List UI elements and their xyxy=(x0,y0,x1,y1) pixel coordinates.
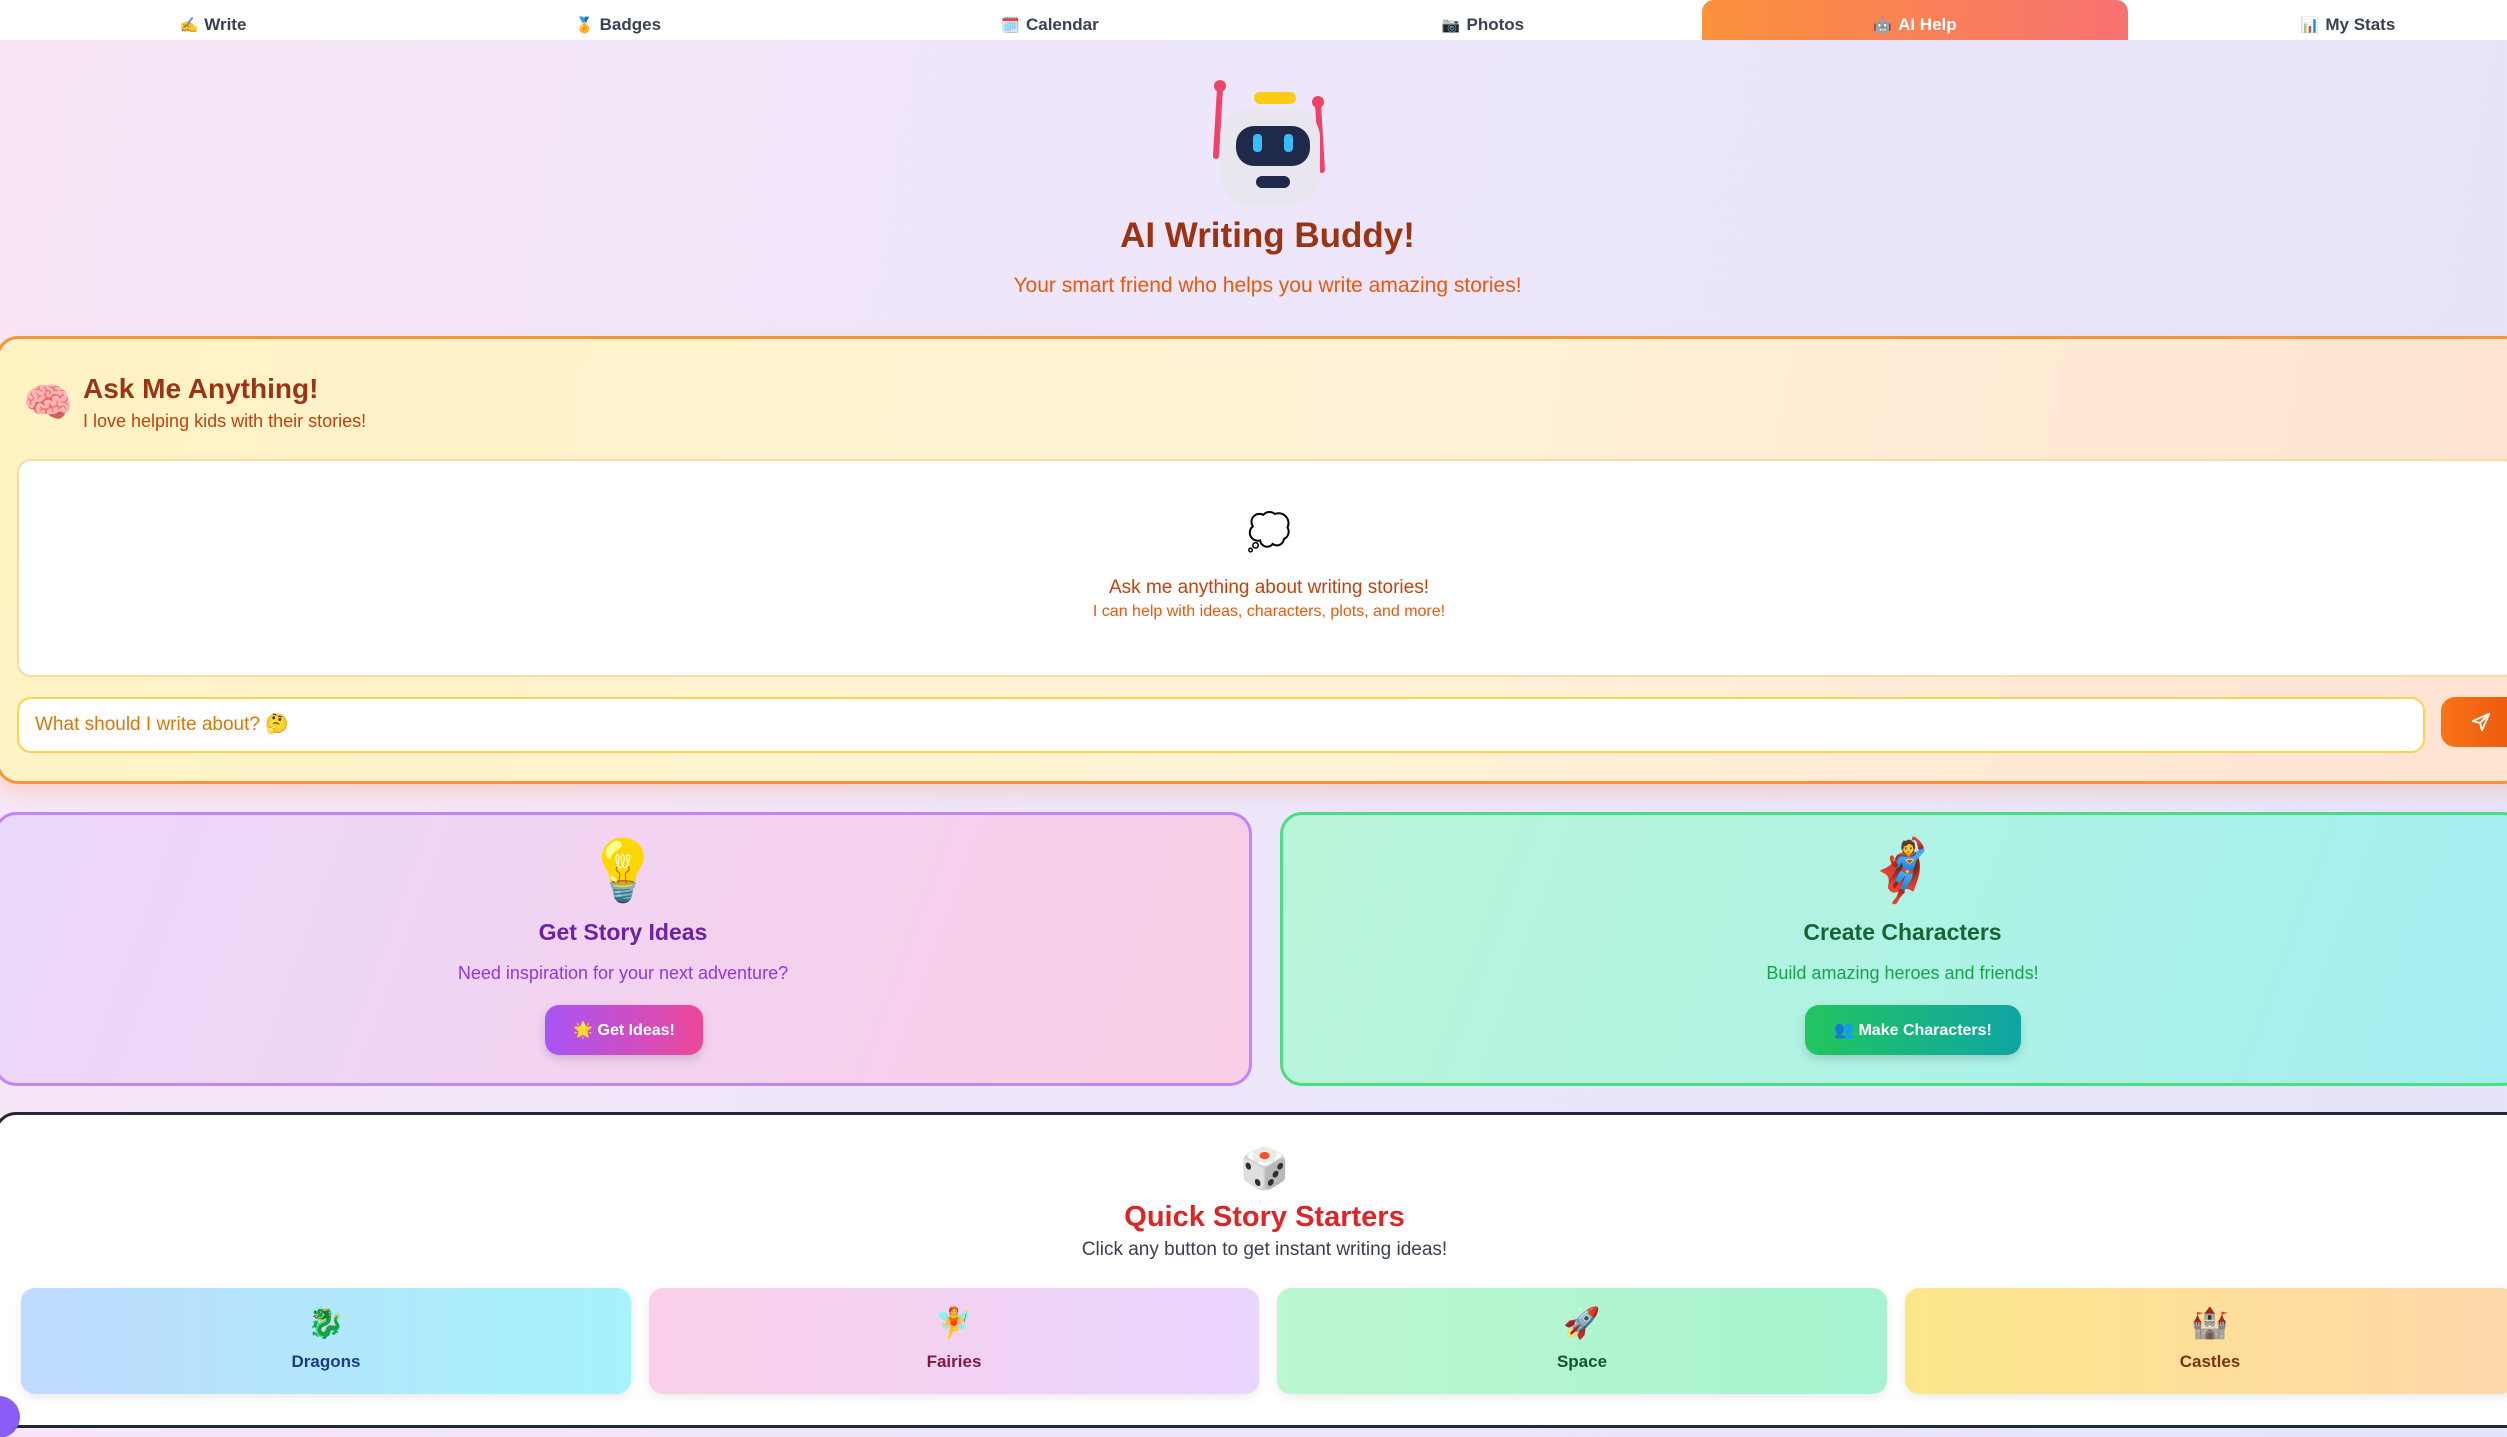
starters-title: Quick Story Starters xyxy=(1124,1201,1405,1233)
starter-dragons-button[interactable]: 🐉 Dragons xyxy=(21,1288,631,1394)
tab-write[interactable]: ✍️ Write xyxy=(0,0,426,40)
brain-icon: 🧠 xyxy=(23,381,73,425)
tab-my-stats[interactable]: 📊 My Stats xyxy=(2135,0,2507,40)
starter-label: Dragons xyxy=(291,1352,361,1371)
tab-label: AI Help xyxy=(1898,15,1957,34)
ask-input[interactable] xyxy=(17,697,2425,753)
create-characters-card: 🦸 Create Characters Build amazing heroes… xyxy=(1280,812,2507,1086)
dice-icon: 🎲 xyxy=(1239,1147,1290,1191)
send-button[interactable] xyxy=(2441,697,2507,747)
calendar-icon: 🗓️ xyxy=(1001,17,1020,34)
ask-title: Ask Me Anything! xyxy=(83,373,319,404)
robot-icon: 🤖 xyxy=(1873,17,1893,34)
camera-icon: 📷 xyxy=(1441,17,1461,34)
make-characters-button[interactable]: 👥 Make Characters! xyxy=(1805,1005,2021,1055)
medal-icon: 🏅 xyxy=(574,17,594,34)
story-ideas-card: 💡 Get Story Ideas Need inspiration for y… xyxy=(0,812,1252,1086)
pencil-hand-icon: ✍️ xyxy=(179,17,199,34)
card-title: Get Story Ideas xyxy=(538,919,708,945)
starter-fairies-button[interactable]: 🧚 Fairies xyxy=(649,1288,1259,1394)
tab-ai-help[interactable]: 🤖 AI Help xyxy=(1702,0,2128,40)
tab-badges[interactable]: 🏅 Badges xyxy=(405,0,831,40)
starter-label: Fairies xyxy=(926,1352,982,1371)
ask-subtitle: I love helping kids with their stories! xyxy=(83,411,367,431)
rocket-icon: 🚀 xyxy=(1563,1307,1601,1340)
lightbulb-icon: 💡 xyxy=(585,837,661,904)
page-subtitle: Your smart friend who helps you write am… xyxy=(1013,274,1522,297)
paper-plane-icon xyxy=(2471,712,2491,732)
tab-label: Calendar xyxy=(1025,15,1099,34)
chat-messages-area[interactable]: 💭 Ask me anything about writing stories!… xyxy=(17,459,2507,677)
chat-empty-hint: I can help with ideas, characters, plots… xyxy=(1092,603,1446,620)
tab-label: My Stats xyxy=(2325,15,2396,34)
starter-space-button[interactable]: 🚀 Space xyxy=(1277,1288,1887,1394)
tab-label: Badges xyxy=(599,15,662,34)
castle-icon: 🏰 xyxy=(2191,1307,2229,1340)
tab-photos[interactable]: 📷 Photos xyxy=(1270,0,1696,40)
quick-starters-panel: 🎲 Quick Story Starters Click any button … xyxy=(0,1112,2507,1428)
tab-label: Write xyxy=(204,15,247,34)
ask-panel: 🧠 Ask Me Anything! I love helping kids w… xyxy=(0,336,2507,784)
starters-subtitle: Click any button to get instant writing … xyxy=(1081,1239,1448,1260)
starter-label: Space xyxy=(1556,1352,1608,1371)
tab-bar: ✍️ Write 🏅 Badges 🗓️ Calendar 📷 Photos 🤖… xyxy=(0,0,2507,40)
starter-castles-button[interactable]: 🏰 Castles xyxy=(1905,1288,2507,1394)
page-title: AI Writing Buddy! xyxy=(1120,216,1415,255)
card-subtitle: Need inspiration for your next adventure… xyxy=(457,963,789,983)
dragon-icon: 🐉 xyxy=(307,1307,345,1340)
fairy-icon: 🧚 xyxy=(935,1307,973,1340)
tab-label: Photos xyxy=(1466,15,1525,34)
card-title: Create Characters xyxy=(1803,919,2002,945)
tab-calendar[interactable]: 🗓️ Calendar xyxy=(837,0,1263,40)
card-subtitle: Build amazing heroes and friends! xyxy=(1766,963,2039,983)
get-ideas-button[interactable]: 🌟 Get Ideas! xyxy=(545,1005,703,1055)
thought-bubble-icon: 💭 xyxy=(1246,511,1292,552)
superhero-icon: 🦸 xyxy=(1865,837,1940,904)
starter-label: Castles xyxy=(2179,1352,2241,1371)
robot-icon xyxy=(1213,80,1325,206)
chat-empty-title: Ask me anything about writing stories! xyxy=(1109,577,1429,598)
bar-chart-icon: 📊 xyxy=(2300,17,2320,34)
